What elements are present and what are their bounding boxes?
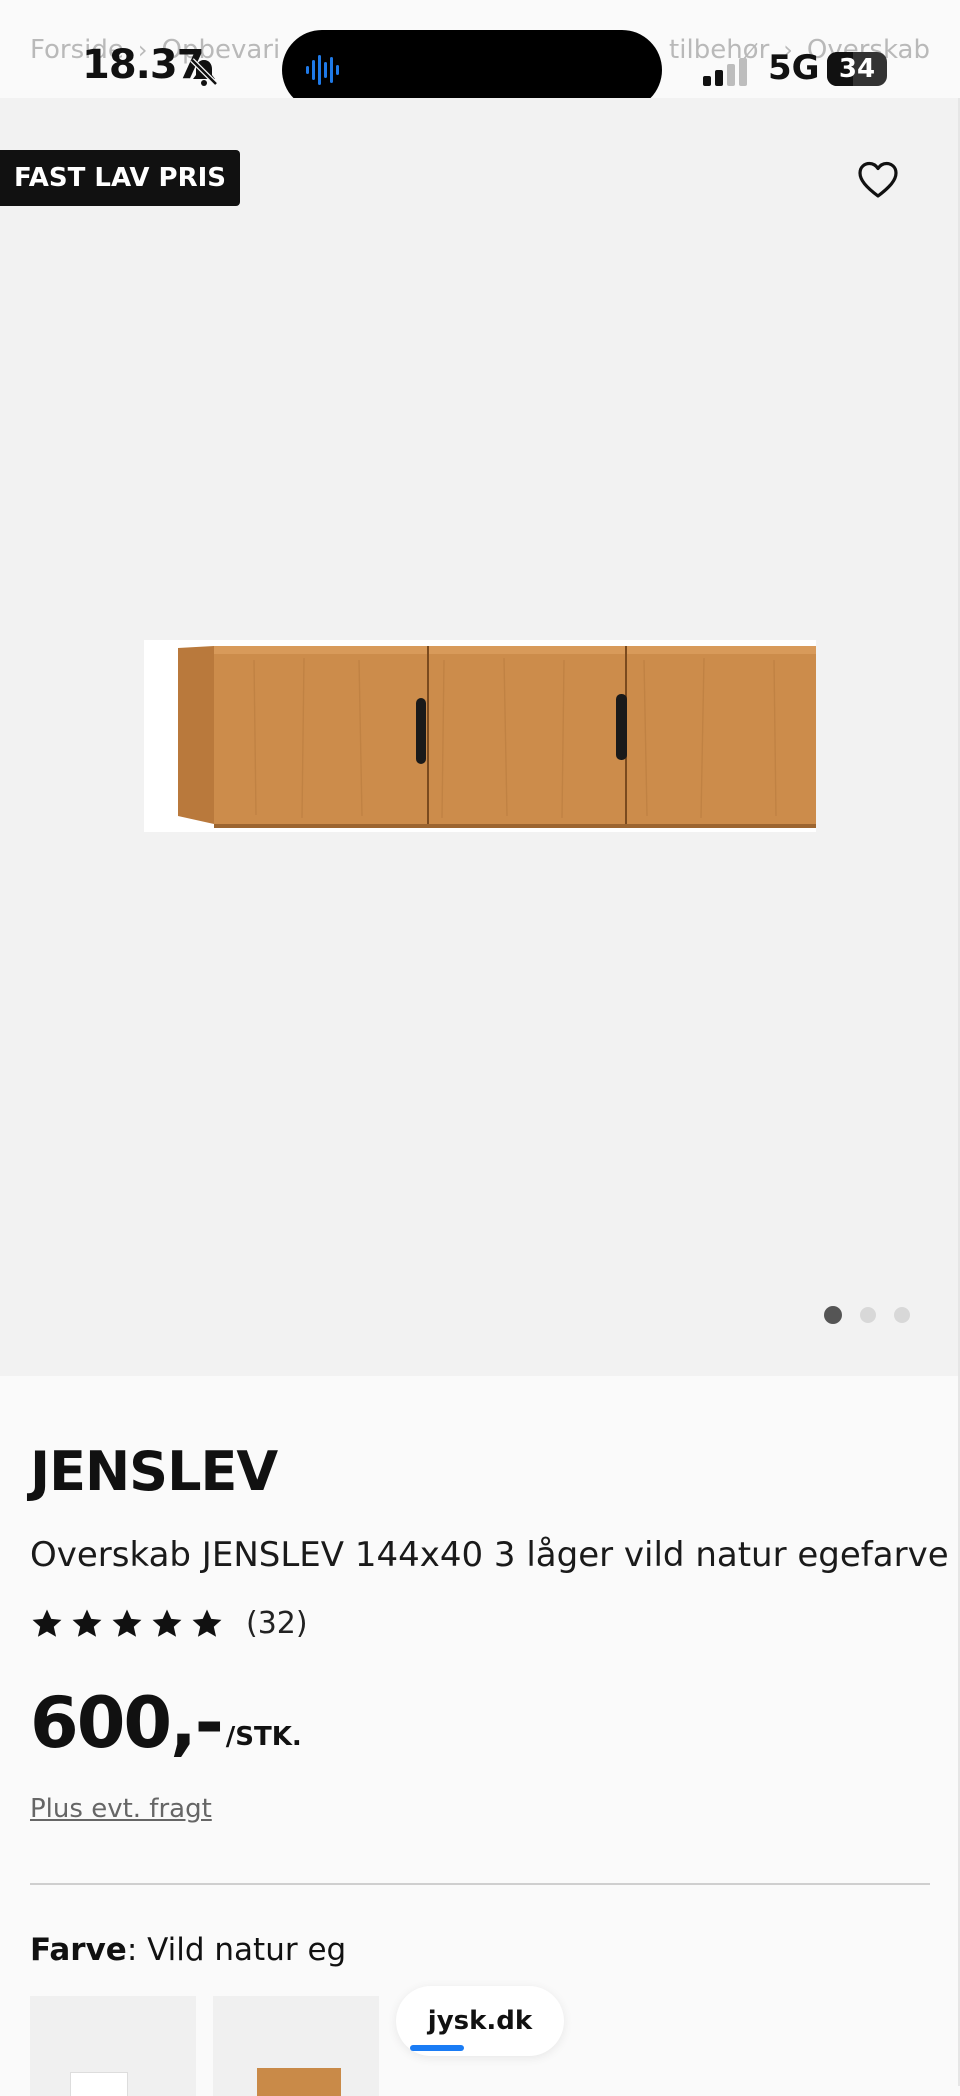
page-load-progress (410, 2045, 464, 2051)
battery-icon: 34 (827, 52, 887, 86)
price-unit: /STK. (225, 1722, 302, 1752)
product-gallery[interactable]: FAST LAV PRIS (0, 98, 960, 1376)
status-bar: 18.37 5G 34 (0, 0, 960, 110)
carousel-dot-3[interactable] (894, 1307, 910, 1323)
carousel-indicator[interactable] (824, 1306, 910, 1324)
star-icon (72, 1609, 102, 1637)
product-image[interactable] (144, 640, 816, 832)
swatch-thumbnail (70, 2072, 128, 2096)
bell-muted-icon (190, 58, 218, 86)
divider (30, 1883, 930, 1885)
freight-link[interactable]: Plus evt. fragt (30, 1794, 212, 1824)
price-badge: FAST LAV PRIS (0, 150, 240, 206)
product-brand: JENSLEV (30, 1440, 278, 1503)
carousel-dot-1[interactable] (824, 1306, 842, 1324)
cellular-signal-icon (703, 58, 747, 86)
status-time: 18.37 (82, 42, 205, 88)
product-rating[interactable]: (32) (30, 1606, 308, 1641)
browser-url: jysk.dk (427, 2006, 533, 2036)
heart-icon[interactable] (856, 160, 900, 200)
carousel-dot-2[interactable] (860, 1307, 876, 1323)
color-swatch-white[interactable] (30, 1996, 196, 2096)
star-icon (152, 1609, 182, 1637)
swatch-thumbnail (257, 2068, 341, 2096)
color-label-value: : Vild natur eg (126, 1932, 347, 1968)
audio-wave-icon (306, 55, 339, 85)
star-icon (192, 1609, 222, 1637)
price-amount: 600,- (30, 1682, 224, 1764)
battery-level: 34 (838, 54, 876, 84)
review-count[interactable]: (32) (246, 1606, 308, 1641)
star-icon (112, 1609, 142, 1637)
color-swatch-oak[interactable] (213, 1996, 379, 2096)
product-price: 600,- /STK. (30, 1688, 302, 1758)
color-label-key: Farve (30, 1932, 127, 1968)
color-selection-label: Farve: Vild natur eg (30, 1932, 346, 1968)
network-type: 5G (768, 48, 820, 88)
star-icon (32, 1609, 62, 1637)
product-title: Overskab JENSLEV 144x40 3 låger vild nat… (30, 1535, 949, 1575)
